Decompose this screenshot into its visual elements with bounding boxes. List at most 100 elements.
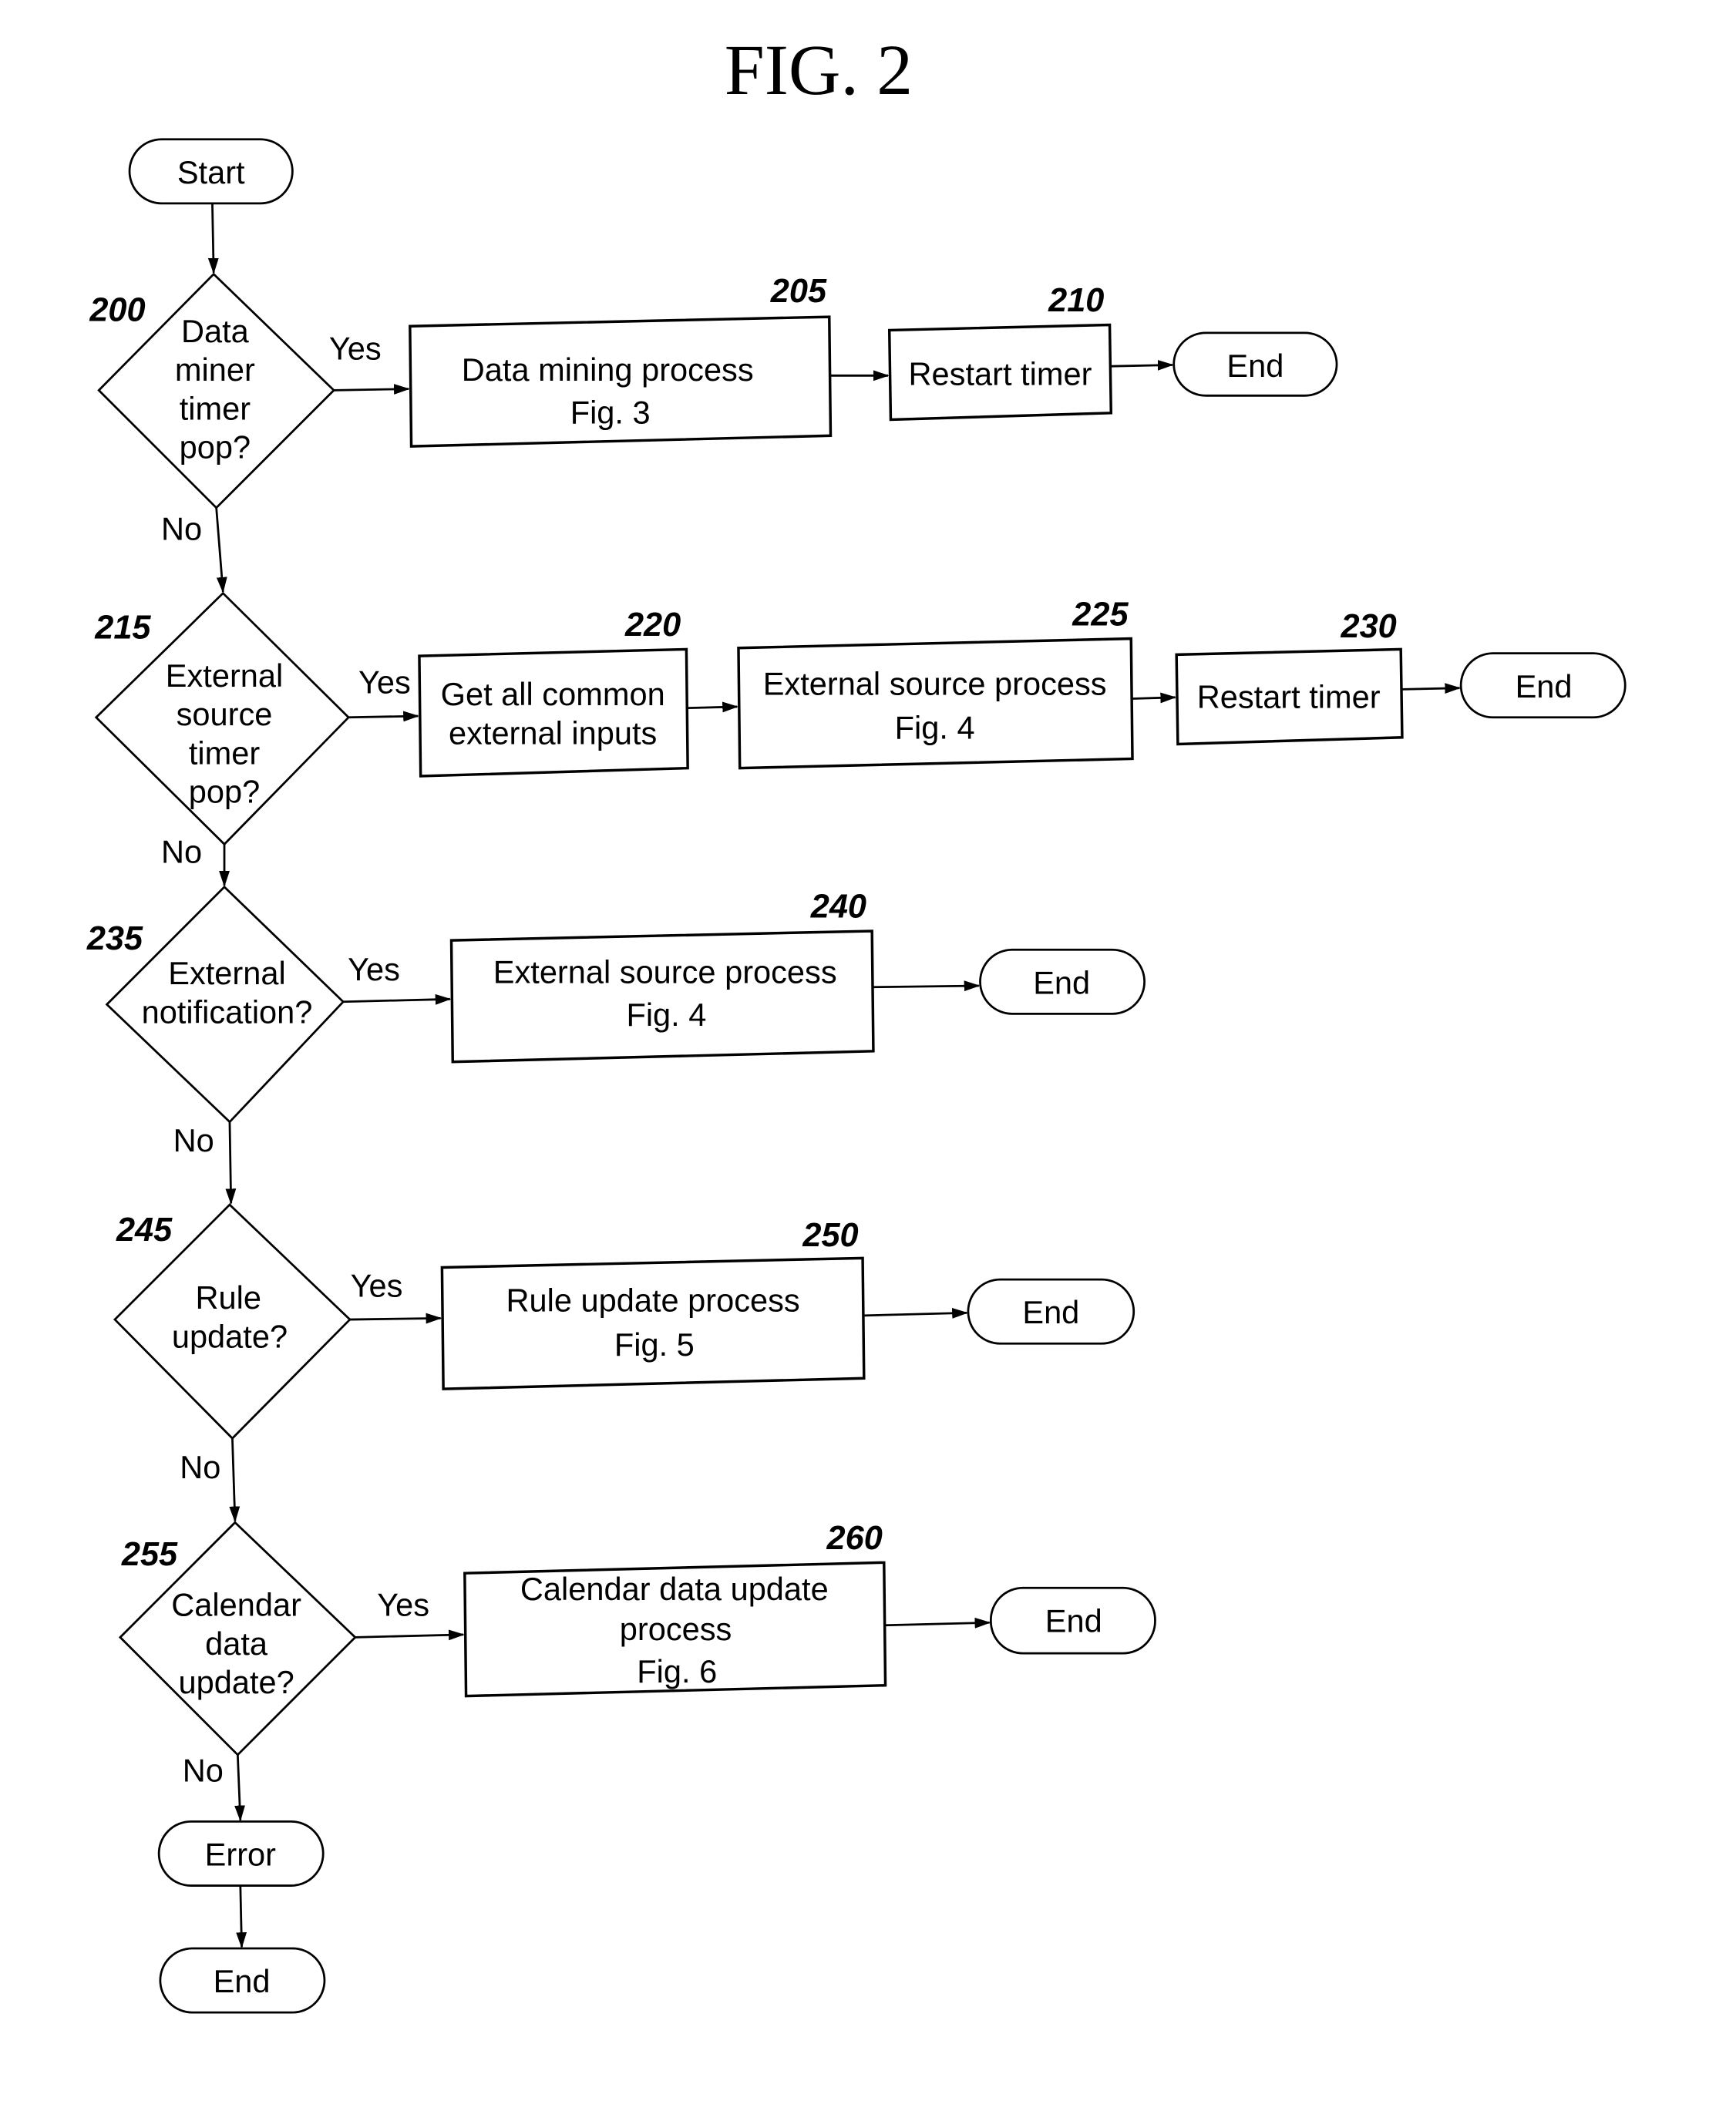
ref-205: 205 xyxy=(770,273,827,310)
end-label-4: End xyxy=(1022,1294,1079,1330)
edge-245-no xyxy=(229,1438,241,1523)
process-225: 225 External source process Fig. 4 xyxy=(737,596,1134,770)
decision-235-line-2: notification? xyxy=(142,993,313,1030)
end-terminal-3: End xyxy=(979,948,1146,1015)
start-label: Start xyxy=(177,154,245,190)
decision-215-line-3: timer xyxy=(189,735,261,771)
ref-255: 255 xyxy=(121,1536,178,1573)
edge-255-yes xyxy=(355,1629,465,1641)
no-label-215: No xyxy=(161,834,202,870)
edge-260-to-end xyxy=(885,1617,991,1629)
no-label-255: No xyxy=(183,1752,224,1788)
end-label-6: End xyxy=(214,1963,271,1999)
edge-220-to-225 xyxy=(688,701,738,713)
process-220-line-1: Get all common xyxy=(441,676,665,712)
edge-210-to-end xyxy=(1111,359,1174,371)
ref-200: 200 xyxy=(89,291,145,328)
decision-215-line-2: source xyxy=(177,696,273,732)
process-230-line-1: Restart timer xyxy=(1197,679,1381,715)
ref-240: 240 xyxy=(810,889,866,926)
decision-215: 215 External source timer pop? xyxy=(94,591,351,846)
end-terminal-1: End xyxy=(1172,331,1338,397)
figure-title: FIG. 2 xyxy=(725,31,913,110)
decision-255-line-3: update? xyxy=(178,1664,294,1700)
process-205-line-2: Fig. 3 xyxy=(570,395,651,431)
end-terminal-5: End xyxy=(989,1586,1156,1655)
edge-245-yes xyxy=(349,1313,442,1324)
process-260: 260 Calendar data update process Fig. 6 xyxy=(463,1520,887,1698)
end-terminal-6: End xyxy=(159,1947,326,2014)
decision-245-line-2: update? xyxy=(172,1318,288,1354)
yes-label-235: Yes xyxy=(348,951,400,987)
end-terminal-4: End xyxy=(967,1278,1135,1345)
process-220: 220 Get all common external inputs xyxy=(418,607,689,778)
edge-215-yes xyxy=(348,711,419,722)
ref-235: 235 xyxy=(86,920,143,957)
decision-255: 255 Calendar data update? xyxy=(118,1521,357,1756)
start-terminal: Start xyxy=(128,138,294,205)
edge-start-to-200 xyxy=(207,203,219,274)
yes-label-255: Yes xyxy=(377,1587,429,1623)
decision-200: 200 Data miner timer pop? xyxy=(89,272,336,509)
decision-215-line-4: pop? xyxy=(189,774,260,810)
error-label: Error xyxy=(205,1837,277,1873)
end-label-3: End xyxy=(1033,964,1090,1000)
process-205: 205 Data mining process Fig. 3 xyxy=(409,273,833,448)
ref-230: 230 xyxy=(1340,608,1396,645)
edge-200-yes xyxy=(334,384,410,395)
decision-245: 245 Rule update? xyxy=(113,1203,352,1440)
decision-255-line-2: data xyxy=(205,1625,268,1662)
process-260-line-2: process xyxy=(620,1611,732,1647)
process-225-line-2: Fig. 4 xyxy=(895,710,975,746)
decision-200-line-1: Data xyxy=(181,313,250,349)
process-250-line-1: Rule update process xyxy=(506,1282,799,1319)
end-label-1: End xyxy=(1226,348,1283,384)
decision-235-line-1: External xyxy=(168,955,285,991)
end-terminal-2: End xyxy=(1459,652,1627,719)
decision-200-line-2: miner xyxy=(175,351,255,388)
edge-200-no xyxy=(215,507,227,593)
yes-label-245: Yes xyxy=(351,1268,403,1304)
process-225-line-1: External source process xyxy=(763,665,1107,701)
end-label-5: End xyxy=(1045,1602,1102,1639)
process-205-line-1: Data mining process xyxy=(462,351,754,388)
edge-240-to-end xyxy=(873,980,981,992)
decision-235: 235 External notification? xyxy=(86,885,345,1124)
decision-215-line-1: External xyxy=(166,657,283,694)
process-230: 230 Restart timer xyxy=(1175,608,1404,746)
edge-230-to-end xyxy=(1401,683,1462,694)
decision-200-line-3: timer xyxy=(180,390,251,426)
no-label-235: No xyxy=(173,1122,214,1158)
decision-200-line-4: pop? xyxy=(180,429,251,466)
ref-225: 225 xyxy=(1072,596,1129,633)
process-240-line-1: External source process xyxy=(493,954,837,990)
ref-220: 220 xyxy=(624,607,681,644)
edge-255-no xyxy=(234,1754,245,1822)
yes-label-215: Yes xyxy=(358,664,411,701)
edge-235-no xyxy=(225,1121,237,1205)
ref-260: 260 xyxy=(826,1520,883,1557)
process-250: 250 Rule update process Fig. 5 xyxy=(440,1217,866,1390)
yes-label-200: Yes xyxy=(329,331,382,367)
decision-245-line-1: Rule xyxy=(195,1279,261,1316)
no-label-245: No xyxy=(180,1449,220,1485)
edge-225-to-230 xyxy=(1132,692,1177,704)
process-250-line-2: Fig. 5 xyxy=(614,1326,695,1363)
ref-210: 210 xyxy=(1048,282,1104,319)
process-240: 240 External source process Fig. 4 xyxy=(449,889,875,1064)
process-240-line-2: Fig. 4 xyxy=(626,997,706,1033)
decision-255-line-1: Calendar xyxy=(171,1587,301,1623)
process-220-line-2: external inputs xyxy=(449,714,657,751)
process-260-line-1: Calendar data update xyxy=(520,1571,829,1607)
ref-250: 250 xyxy=(802,1217,858,1254)
flowchart: FIG. 2 Start 200 Data miner timer pop? Y… xyxy=(86,31,1627,2014)
ref-215: 215 xyxy=(94,610,151,647)
error-terminal: Error xyxy=(157,1820,325,1887)
ref-245: 245 xyxy=(116,1212,173,1249)
edge-235-yes xyxy=(343,993,452,1005)
process-210: 210 Restart timer xyxy=(887,282,1113,422)
process-260-line-3: Fig. 6 xyxy=(637,1653,717,1689)
edge-error-to-end xyxy=(236,1885,247,1948)
process-210-line-1: Restart timer xyxy=(909,355,1092,392)
no-label-200: No xyxy=(161,510,202,546)
